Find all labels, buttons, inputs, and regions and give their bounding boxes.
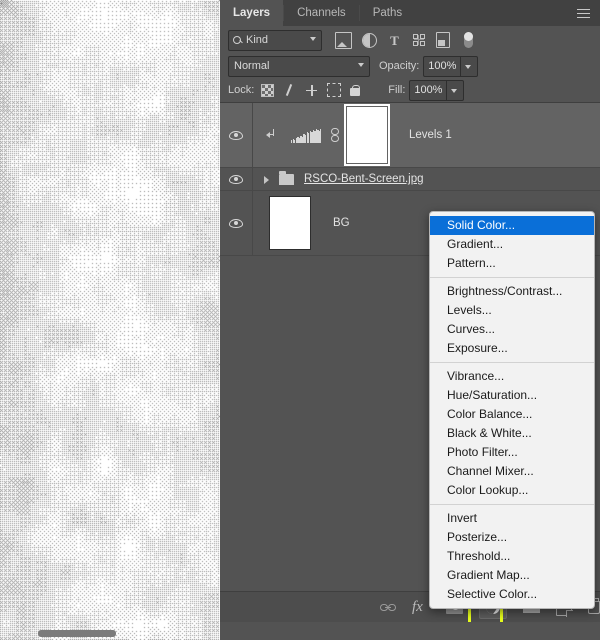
layer-name: Levels 1 <box>409 129 452 141</box>
tab-paths[interactable]: Paths <box>359 0 416 26</box>
tab-layers[interactable]: Layers <box>220 0 284 26</box>
fill-label: Fill: <box>388 84 406 96</box>
menu-item[interactable]: Gradient Map... <box>430 566 594 585</box>
blend-mode-row: Normal Opacity: 100% <box>220 54 600 78</box>
opacity-label: Opacity: <box>379 60 420 72</box>
new-adjustment-layer-menu: Solid Color... Gradient... Pattern... Brigh… <box>429 211 595 609</box>
lock-image-pixels-icon[interactable] <box>283 84 296 97</box>
blend-mode-value: Normal <box>234 60 270 72</box>
menu-item[interactable]: Threshold... <box>430 547 594 566</box>
menu-item[interactable]: Photo Filter... <box>430 443 594 462</box>
opacity-value: 100% <box>428 60 457 72</box>
type-filter-icon[interactable]: T <box>387 33 402 48</box>
document-canvas[interactable] <box>0 0 220 640</box>
panel-footer <box>220 622 600 640</box>
lock-icon-group <box>261 83 361 97</box>
menu-item[interactable]: Hue/Saturation... <box>430 386 594 405</box>
menu-separator <box>430 277 594 278</box>
filter-toggle-switch[interactable] <box>464 32 473 48</box>
tab-paths-label: Paths <box>372 7 403 19</box>
table-row[interactable]: Levels 1 <box>220 103 600 168</box>
layer-thumbnail[interactable] <box>269 196 311 250</box>
eye-icon <box>229 174 243 184</box>
photoshop-window: Layers Channels Paths Kind T Normal Opac… <box>0 0 600 640</box>
layer-filter-row: Kind T <box>220 26 600 54</box>
menu-item[interactable]: Exposure... <box>430 339 594 358</box>
image-filter-icon[interactable] <box>335 31 352 49</box>
menu-item[interactable]: Black & White... <box>430 424 594 443</box>
filter-kind-label: Kind <box>246 34 269 46</box>
layer-style-button[interactable]: fx <box>412 598 430 616</box>
lock-artboard-icon[interactable] <box>327 83 342 97</box>
blend-mode-select[interactable]: Normal <box>228 55 370 77</box>
fill-input[interactable]: 100% <box>409 79 448 101</box>
lock-transparent-pixels-icon[interactable] <box>261 83 275 97</box>
layer-mask-thumbnail[interactable] <box>344 104 390 166</box>
search-icon <box>233 35 242 45</box>
link-icon[interactable] <box>330 127 340 143</box>
filter-kind-select[interactable]: Kind <box>228 29 322 51</box>
tab-layers-label: Layers <box>233 7 271 19</box>
eye-icon <box>229 218 243 228</box>
layer-visibility-toggle[interactable] <box>220 191 253 255</box>
canvas-horizontal-scrollbar[interactable] <box>38 630 116 637</box>
menu-item[interactable]: Curves... <box>430 320 594 339</box>
table-row[interactable]: RSCO-Bent-Screen.jpg <box>220 168 600 191</box>
lock-row: Lock: Fill: 100% <box>220 78 600 102</box>
menu-separator <box>430 504 594 505</box>
menu-item[interactable]: Selective Color... <box>430 585 594 604</box>
layer-name: RSCO-Bent-Screen.jpg <box>304 173 424 185</box>
chevron-down-icon <box>310 36 317 41</box>
menu-item[interactable]: Gradient... <box>430 235 594 254</box>
folder-icon <box>279 171 294 185</box>
hamburger-icon <box>576 8 590 18</box>
menu-item[interactable]: Color Balance... <box>430 405 594 424</box>
layer-visibility-toggle[interactable] <box>220 103 253 167</box>
clipping-mask-icon <box>266 129 281 141</box>
menu-separator <box>430 362 594 363</box>
adjustment-filter-icon[interactable] <box>362 32 377 48</box>
tab-channels-label: Channels <box>297 7 346 19</box>
layer-visibility-toggle[interactable] <box>220 168 253 190</box>
menu-item[interactable]: Color Lookup... <box>430 481 594 500</box>
panel-tabbar: Layers Channels Paths <box>220 0 600 26</box>
filter-icon-group: T <box>335 31 473 49</box>
shape-filter-icon[interactable] <box>413 34 425 46</box>
chevron-down-icon <box>358 62 365 67</box>
menu-item[interactable]: Brightness/Contrast... <box>430 282 594 301</box>
tab-channels[interactable]: Channels <box>284 0 359 26</box>
opacity-stepper[interactable] <box>461 55 479 77</box>
menu-item[interactable]: Vibrance... <box>430 367 594 386</box>
menu-item[interactable]: Solid Color... <box>430 216 594 235</box>
menu-item[interactable]: Posterize... <box>430 528 594 547</box>
opacity-input[interactable]: 100% <box>423 55 462 77</box>
lock-label: Lock: <box>228 84 255 96</box>
panel-menu-button[interactable] <box>572 0 594 26</box>
fill-stepper[interactable] <box>447 79 465 101</box>
link-layers-button[interactable] <box>380 603 396 612</box>
chevron-right-icon[interactable] <box>263 174 271 184</box>
eye-icon <box>229 130 243 140</box>
fill-value: 100% <box>414 84 443 96</box>
layer-name: BG <box>333 217 350 229</box>
lock-all-icon[interactable] <box>350 85 361 96</box>
levels-histogram-thumbnail[interactable] <box>291 127 321 143</box>
menu-item[interactable]: Invert <box>430 509 594 528</box>
menu-item[interactable]: Pattern... <box>430 254 594 273</box>
lock-position-icon[interactable] <box>305 84 318 97</box>
menu-item[interactable]: Levels... <box>430 301 594 320</box>
smart-object-filter-icon[interactable] <box>436 32 450 48</box>
canvas-texture <box>0 0 220 640</box>
menu-item[interactable]: Channel Mixer... <box>430 462 594 481</box>
